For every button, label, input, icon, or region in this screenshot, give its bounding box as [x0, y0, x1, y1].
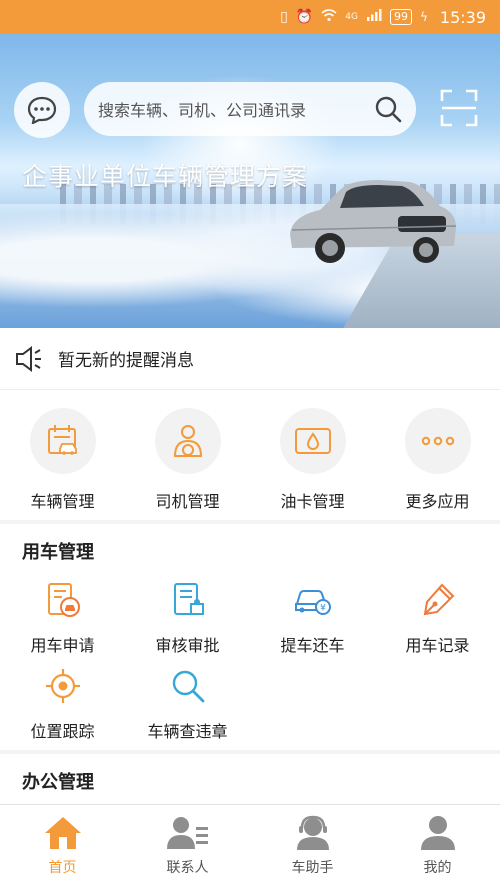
- banner-title: 企事业单位车辆管理方案: [22, 162, 309, 191]
- more-icon: [421, 436, 454, 446]
- tab-profile[interactable]: 我的: [375, 805, 500, 889]
- tab-label: 联系人: [166, 860, 209, 876]
- vehicle-calendar-icon: [47, 425, 77, 455]
- car-management-section: 用车管理 用车申请 审核审批 ¥ 提车还车 用车记录 位置跟踪 车辆查违章: [0, 524, 500, 750]
- pen-record-icon: [423, 583, 454, 616]
- car-record-button[interactable]: 用车记录: [375, 580, 500, 666]
- scan-icon[interactable]: [440, 89, 478, 127]
- quick-app-label: 车辆管理: [30, 492, 95, 511]
- tab-label: 我的: [423, 860, 452, 876]
- signal-icon: [366, 8, 382, 26]
- quick-app-more[interactable]: 更多应用: [375, 390, 500, 520]
- bottom-tab-bar: 首页 联系人 车助手 我的: [0, 804, 500, 889]
- alarm-icon: ⏰: [295, 9, 314, 25]
- grid-item-label: 审核审批: [155, 636, 220, 655]
- car-pickup-icon: ¥: [294, 590, 331, 615]
- vibrate-icon: ▯: [280, 9, 288, 25]
- location-tracking-button[interactable]: 位置跟踪: [0, 666, 125, 752]
- network-type: 4G: [345, 12, 358, 22]
- hero-banner[interactable]: 搜索车辆、司机、公司通讯录 企事业单位车辆管理方案: [0, 34, 500, 328]
- tab-assistant[interactable]: 车助手: [250, 805, 375, 889]
- quick-app-driver[interactable]: 司机管理: [125, 390, 250, 520]
- search-violation-icon: [172, 670, 204, 703]
- section-title: 用车管理: [22, 542, 94, 563]
- battery-level: 99: [389, 9, 412, 25]
- violation-check-button[interactable]: 车辆查违章: [125, 666, 250, 752]
- assistant-icon: [296, 815, 329, 850]
- quick-app-label: 油卡管理: [280, 492, 345, 511]
- app-root: ▯ ⏰ 4G 99 ϟ 15:39 搜索车辆、司机、公司通讯录 企事业单位车辆管…: [0, 0, 500, 889]
- office-management-section: 办公管理: [0, 754, 500, 804]
- approve-icon: [173, 583, 204, 615]
- chat-button[interactable]: [14, 82, 70, 138]
- quick-app-fuelcard[interactable]: 油卡管理: [250, 390, 375, 520]
- search-icon[interactable]: [374, 95, 402, 123]
- tab-label: 车助手: [291, 860, 334, 876]
- driver-icon: [173, 425, 202, 457]
- search-placeholder: 搜索车辆、司机、公司通讯录: [98, 101, 307, 120]
- charging-icon: ϟ: [419, 10, 428, 24]
- status-time: 15:39: [439, 7, 486, 27]
- quick-app-vehicle[interactable]: 车辆管理: [0, 390, 125, 520]
- section-title: 办公管理: [22, 772, 94, 793]
- home-icon: [44, 817, 81, 849]
- fuel-card-icon: [294, 428, 331, 454]
- status-bar: ▯ ⏰ 4G 99 ϟ 15:39: [0, 0, 500, 34]
- car-pickup-button[interactable]: ¥ 提车还车: [250, 580, 375, 666]
- wifi-icon: [321, 8, 337, 26]
- contacts-icon: [166, 817, 208, 849]
- profile-icon: [420, 816, 455, 850]
- quick-app-label: 更多应用: [405, 492, 470, 511]
- tab-home[interactable]: 首页: [0, 805, 125, 889]
- apply-icon: [47, 583, 80, 617]
- grid-item-label: 用车记录: [405, 636, 470, 655]
- svg-text:¥: ¥: [320, 604, 326, 614]
- quick-apps: 车辆管理 司机管理 油卡管理 更多应用: [0, 390, 500, 520]
- chat-bubble-icon: [27, 96, 57, 124]
- speaker-icon: [16, 345, 41, 372]
- approve-button[interactable]: 审核审批: [125, 580, 250, 666]
- quick-app-label: 司机管理: [155, 492, 220, 511]
- car-apply-button[interactable]: 用车申请: [0, 580, 125, 666]
- notice-bar[interactable]: 暂无新的提醒消息: [0, 328, 500, 390]
- location-target-icon: [45, 669, 80, 703]
- grid-item-label: 用车申请: [30, 636, 95, 655]
- search-input[interactable]: 搜索车辆、司机、公司通讯录: [84, 82, 416, 136]
- grid-item-label: 位置跟踪: [30, 722, 95, 741]
- grid-item-label: 车辆查违章: [147, 722, 228, 741]
- tab-label: 首页: [48, 860, 77, 876]
- notice-text: 暂无新的提醒消息: [58, 351, 194, 371]
- grid-item-label: 提车还车: [280, 636, 345, 655]
- tab-contacts[interactable]: 联系人: [125, 805, 250, 889]
